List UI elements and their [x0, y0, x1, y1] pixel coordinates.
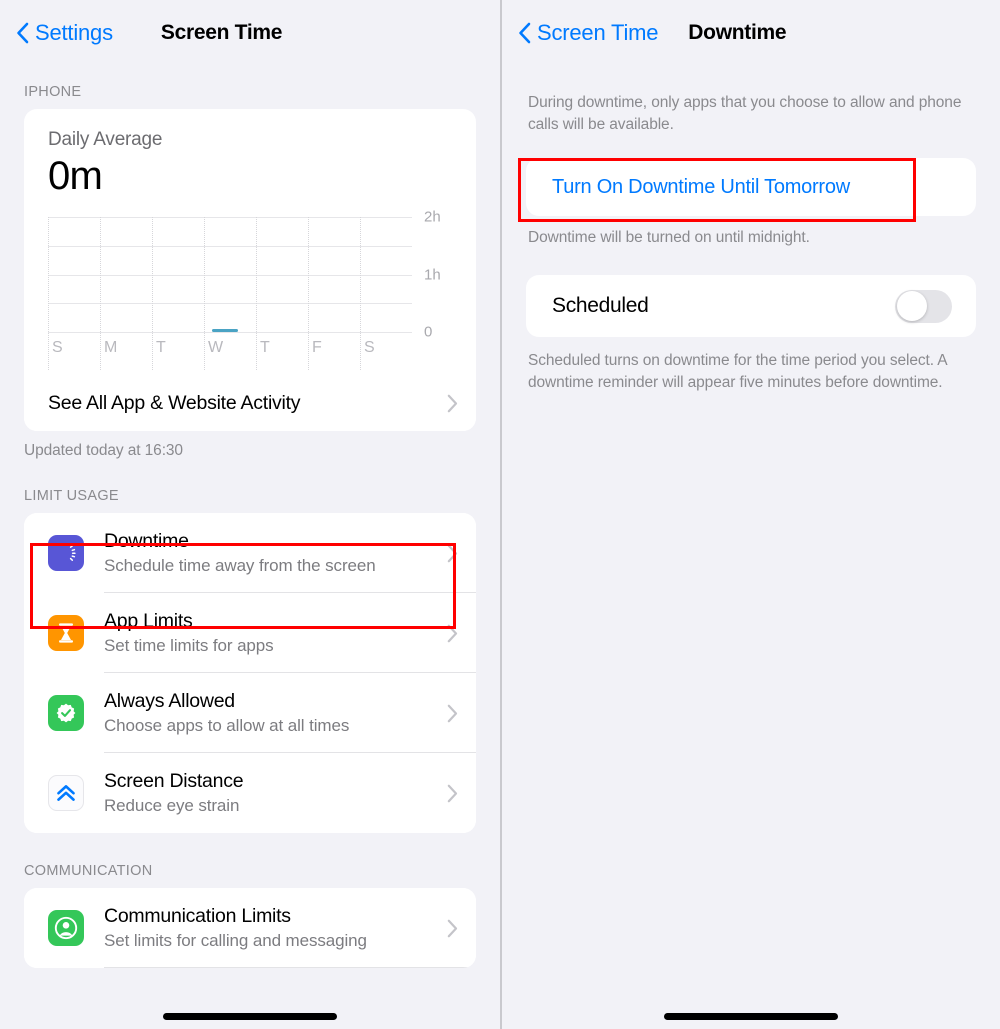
downtime-title: Downtime — [104, 530, 189, 552]
communication-limits-texts: Communication Limits Set limits for call… — [104, 905, 437, 951]
list-item-screen-distance[interactable]: Screen Distance Reduce eye strain — [24, 753, 476, 833]
downtime-moon-icon — [48, 535, 84, 571]
chart-x-tick-label: T — [260, 339, 270, 356]
usage-card: Daily Average 0m 2h 1h 0 S M T W T F S See All A… — [24, 109, 476, 431]
right-page-title: Downtime — [688, 21, 787, 44]
scheduled-footnote: Scheduled turns on downtime for the time… — [528, 352, 947, 391]
chart-x-tick-label: T — [156, 339, 166, 356]
turn-on-downtime-label: Turn On Downtime Until Tomorrow — [552, 175, 850, 198]
home-indicator-left — [163, 1013, 337, 1020]
chart-x-axis-labels: SMTWTFS — [48, 339, 412, 367]
section-header-limit-usage: LIMIT USAGE — [24, 488, 119, 504]
chart-gridline — [48, 303, 412, 305]
see-all-activity-row[interactable]: See All App & Website Activity — [24, 375, 476, 431]
chevron-right-icon — [447, 704, 458, 722]
chevron-left-icon — [519, 22, 531, 44]
usage-card-body: Daily Average 0m 2h 1h 0 S M T W T F S — [24, 109, 476, 370]
list-item-always-allowed[interactable]: Always Allowed Choose apps to allow at a… — [24, 673, 476, 753]
section-header-iphone: IPHONE — [24, 84, 82, 100]
updated-footnote: Updated today at 16:30 — [24, 442, 183, 459]
see-all-activity-texts: See All App & Website Activity — [48, 392, 437, 415]
daily-average-label: Daily Average — [48, 129, 163, 150]
list-item-downtime[interactable]: Downtime Schedule time away from the scr… — [24, 513, 476, 593]
always-allowed-texts: Always Allowed Choose apps to allow at a… — [104, 690, 437, 736]
chart-x-tick-label: W — [208, 339, 224, 356]
chart-x-tick-label: F — [312, 339, 322, 356]
communication-card: Communication Limits Set limits for call… — [24, 888, 476, 968]
home-indicator-right — [664, 1013, 838, 1020]
chart-plot-area — [48, 217, 412, 370]
communication-limits-subtitle: Set limits for calling and messaging — [104, 931, 367, 950]
chart-y-tick-label: 2h — [424, 208, 441, 226]
dual-panel-screenshot: Settings Screen Time IPHONE Daily Averag… — [0, 0, 1000, 1029]
left-panel-screen-time: Settings Screen Time IPHONE Daily Averag… — [0, 0, 500, 1029]
turn-on-downtime-card: Turn On Downtime Until Tomorrow — [526, 158, 976, 216]
downtime-texts: Downtime Schedule time away from the scr… — [104, 530, 437, 576]
chart-bar — [212, 329, 239, 332]
chart-y-tick-label: 1h — [424, 266, 441, 283]
chevron-right-icon — [447, 544, 458, 562]
left-page-title: Screen Time — [160, 21, 283, 44]
chevron-right-icon — [447, 624, 458, 642]
back-button-screen-time[interactable]: Screen Time — [518, 20, 658, 46]
chart-gridline — [48, 245, 412, 247]
list-item-app-limits[interactable]: App Limits Set time limits for apps — [24, 593, 476, 673]
scheduled-card: Scheduled — [526, 275, 976, 337]
section-header-communication: COMMUNICATION — [24, 863, 153, 879]
hourglass-icon — [48, 615, 84, 651]
weekly-usage-chart: 2h 1h 0 S M T W T F S — [48, 209, 452, 370]
always-allowed-subtitle: Choose apps to allow at all times — [104, 716, 350, 735]
chart-x-tick-label: S — [364, 339, 375, 356]
right-navigation-bar: Screen Time Downtime — [502, 0, 1000, 66]
right-panel-downtime: Screen Time Downtime During downtime, on… — [500, 0, 1000, 1029]
app-limits-title: App Limits — [104, 610, 193, 632]
daily-average-value: 0m — [48, 154, 103, 198]
chart-gridline — [48, 332, 412, 333]
turn-on-downtime-button[interactable]: Turn On Downtime Until Tomorrow — [526, 158, 976, 216]
scheduled-label: Scheduled — [552, 294, 649, 317]
chart-gridline — [48, 274, 412, 276]
double-chevron-up-icon — [48, 775, 84, 811]
person-circle-icon — [48, 910, 84, 946]
screen-distance-subtitle: Reduce eye strain — [104, 796, 240, 815]
downtime-subtitle: Schedule time away from the screen — [104, 556, 376, 575]
screen-distance-texts: Screen Distance Reduce eye strain — [104, 770, 437, 816]
checkmark-seal-icon — [48, 695, 84, 731]
chart-x-tick-label: M — [104, 339, 118, 356]
left-navigation-bar: Settings Screen Time — [0, 0, 500, 66]
communication-limits-title: Communication Limits — [104, 905, 291, 927]
screen-distance-title: Screen Distance — [104, 770, 244, 792]
chart-gridline — [48, 217, 412, 218]
app-limits-texts: App Limits Set time limits for apps — [104, 610, 437, 656]
list-item-communication-limits[interactable]: Communication Limits Set limits for call… — [24, 888, 476, 968]
turn-on-downtime-footnote: Downtime will be turned on until midnigh… — [528, 229, 810, 246]
chart-y-axis-labels: 2h 1h 0 — [416, 209, 452, 341]
back-button-settings[interactable]: Settings — [16, 20, 113, 46]
scheduled-toggle-switch[interactable] — [895, 289, 952, 323]
back-button-label: Screen Time — [537, 20, 659, 45]
chart-y-tick-label: 0 — [424, 323, 433, 341]
chevron-right-icon — [447, 919, 458, 937]
limit-usage-card: Downtime Schedule time away from the scr… — [24, 513, 476, 833]
scheduled-row[interactable]: Scheduled — [526, 275, 976, 337]
scheduled-toggle-knob — [896, 291, 927, 321]
chevron-left-icon — [17, 22, 29, 44]
see-all-activity-label: See All App & Website Activity — [48, 391, 301, 414]
chevron-right-icon — [447, 784, 458, 802]
app-limits-subtitle: Set time limits for apps — [104, 636, 274, 655]
chevron-right-icon — [447, 394, 458, 412]
chart-x-tick-label: S — [52, 339, 63, 356]
downtime-intro-text: During downtime, only apps that you choo… — [528, 94, 962, 133]
always-allowed-title: Always Allowed — [104, 690, 235, 712]
back-button-label: Settings — [35, 20, 113, 45]
